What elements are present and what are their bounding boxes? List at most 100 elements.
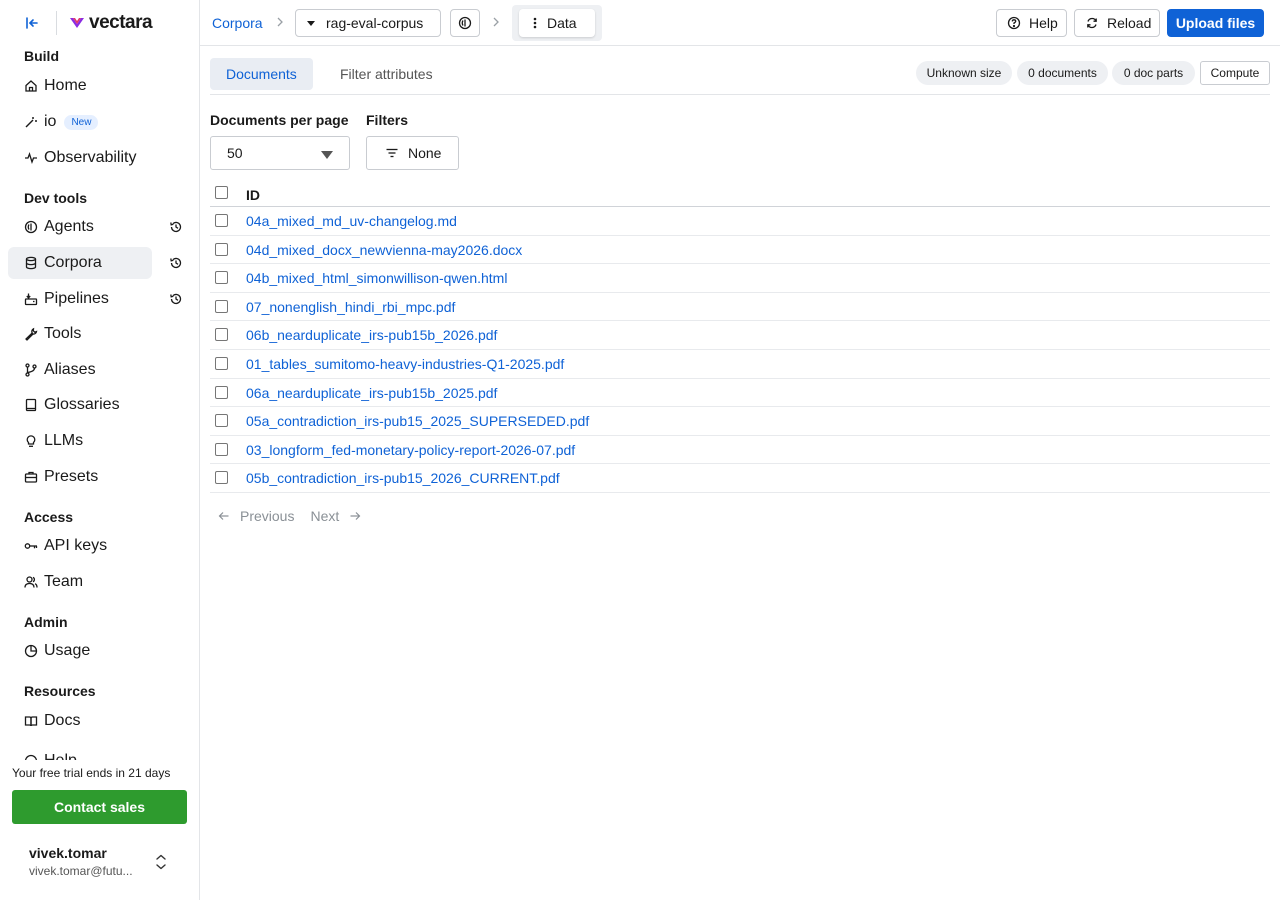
data-view-button[interactable]: Data: [519, 9, 595, 37]
vectara-logo[interactable]: vectara: [69, 12, 153, 34]
previous-page-button[interactable]: Previous: [240, 508, 294, 524]
row-checkbox[interactable]: [215, 356, 228, 370]
document-id-link[interactable]: 05b_contradiction_irs-pub15_2026_CURRENT…: [246, 470, 560, 486]
row-checkbox[interactable]: [215, 442, 228, 456]
row-checkbox[interactable]: [215, 414, 228, 428]
document-id-link[interactable]: 06b_nearduplicate_irs-pub15b_2026.pdf: [246, 327, 497, 343]
sidebar-item-label: Team: [44, 573, 84, 590]
breadcrumb-corpora-link[interactable]: Corpora: [212, 15, 263, 31]
select-all-checkbox[interactable]: [215, 186, 228, 199]
help-circle-icon: [24, 754, 38, 760]
table-row: 04d_mixed_docx_newvienna-may2026.docx: [210, 236, 1270, 265]
reload-label: Reload: [1107, 15, 1152, 31]
help-label: Help: [1029, 15, 1058, 31]
lightbulb-icon: [26, 435, 36, 447]
document-id-link[interactable]: 03_longform_fed-monetary-policy-report-2…: [246, 442, 575, 458]
id-column-header: ID: [246, 187, 260, 203]
sidebar-item-home[interactable]: Home: [8, 70, 152, 102]
per-page-select[interactable]: 50: [210, 136, 350, 170]
row-checkbox[interactable]: [215, 299, 228, 313]
sidebar-item-corpora[interactable]: Corpora: [8, 247, 152, 279]
sidebar-item-label: Aliases: [44, 361, 96, 378]
more-vertical-icon: [533, 17, 537, 29]
row-checkbox[interactable]: [215, 242, 228, 256]
sidebar-item-presets[interactable]: Presets: [8, 461, 152, 493]
contact-sales-button[interactable]: Contact sales: [12, 790, 187, 824]
home-icon: [25, 80, 37, 92]
upload-files-button[interactable]: Upload files: [1167, 9, 1264, 37]
corpus-name: rag-eval-corpus: [326, 15, 424, 31]
reload-icon: [1087, 17, 1097, 29]
document-id-link[interactable]: 04b_mixed_html_simonwillison-qwen.html: [246, 270, 507, 286]
document-id-link[interactable]: 07_nonenglish_hindi_rbi_mpc.pdf: [246, 299, 455, 315]
sidebar-item-aliases[interactable]: Aliases: [8, 354, 152, 386]
sidebar-item-pipelines[interactable]: Pipelines: [8, 283, 152, 315]
history-icon[interactable]: [169, 256, 183, 270]
history-icon[interactable]: [169, 292, 183, 306]
sidebar-item-label: Corpora: [44, 254, 102, 271]
document-count-badge: 0 documents: [1017, 61, 1108, 85]
pie-chart-icon: [24, 644, 38, 658]
filters-button[interactable]: None: [366, 136, 459, 170]
sidebar-divider: [56, 11, 57, 35]
sidebar-item-label: Home: [44, 77, 87, 94]
history-icon[interactable]: [169, 220, 183, 234]
document-id-link[interactable]: 04a_mixed_md_uv-changelog.md: [246, 213, 457, 229]
info-icon: [458, 16, 472, 30]
sidebar-item-glossaries[interactable]: Glossaries: [8, 389, 152, 421]
row-checkbox[interactable]: [215, 328, 228, 342]
sidebar-item-label: Pipelines: [44, 290, 109, 307]
open-book-icon: [24, 716, 38, 727]
table-row: 05b_contradiction_irs-pub15_2026_CURRENT…: [210, 464, 1270, 493]
database-icon: [25, 256, 37, 270]
row-checkbox[interactable]: [215, 271, 228, 285]
document-id-link[interactable]: 01_tables_sumitomo-heavy-industries-Q1-2…: [246, 356, 564, 372]
chevron-up-down-icon[interactable]: [154, 853, 168, 871]
git-branch-icon: [25, 363, 37, 377]
table-row: 07_nonenglish_hindi_rbi_mpc.pdf: [210, 293, 1270, 322]
document-id-link[interactable]: 05a_contradiction_irs-pub15_2025_SUPERSE…: [246, 413, 589, 429]
sidebar-item-observability[interactable]: Observability: [8, 142, 152, 174]
corpus-info-button[interactable]: [450, 9, 480, 37]
sidebar-item-tools[interactable]: Tools: [8, 318, 152, 350]
section-dev-tools: Dev tools: [24, 190, 88, 206]
help-button[interactable]: Help: [996, 9, 1067, 37]
sidebar-item-label: Tools: [44, 325, 82, 342]
pagination: Previous Next: [218, 508, 361, 524]
sidebar-item-label: io: [44, 113, 57, 130]
sidebar-item-api-keys[interactable]: API keys: [8, 530, 152, 562]
users-icon: [24, 576, 38, 588]
sidebar-item-agents[interactable]: Agents: [8, 211, 152, 243]
sidebar-item-llms[interactable]: LLMs: [8, 425, 152, 457]
filter-icon: [386, 148, 398, 158]
collapse-sidebar-icon[interactable]: [22, 13, 42, 33]
table-row: 05a_contradiction_irs-pub15_2025_SUPERSE…: [210, 407, 1270, 436]
sidebar-item-label: Help: [44, 752, 77, 760]
tab-documents[interactable]: Documents: [210, 58, 313, 90]
chevron-right-icon: [277, 17, 283, 27]
table-row: 01_tables_sumitomo-heavy-industries-Q1-2…: [210, 350, 1270, 379]
sidebar-item-label: Glossaries: [44, 396, 120, 413]
reload-button[interactable]: Reload: [1074, 9, 1160, 37]
row-checkbox[interactable]: [215, 385, 228, 399]
corpus-selector-button[interactable]: rag-eval-corpus: [295, 9, 441, 37]
document-id-link[interactable]: 06a_nearduplicate_irs-pub15b_2025.pdf: [246, 385, 497, 401]
row-checkbox[interactable]: [215, 214, 228, 227]
sidebar-item-io[interactable]: io New: [8, 106, 152, 138]
user-name: vivek.tomar: [29, 845, 107, 861]
sidebar-item-usage[interactable]: Usage: [8, 635, 152, 667]
row-checkbox[interactable]: [215, 471, 228, 485]
tab-filter-attributes[interactable]: Filter attributes: [324, 58, 449, 90]
sidebar-item-help[interactable]: Help: [8, 746, 152, 760]
documents-table: ID 04a_mixed_md_uv-changelog.md 04d_mixe…: [210, 180, 1270, 493]
document-id-link[interactable]: 04d_mixed_docx_newvienna-may2026.docx: [246, 242, 522, 258]
vectara-logo-icon: [70, 18, 84, 28]
next-page-button[interactable]: Next: [310, 508, 339, 524]
document-tabs: Documents Filter attributes Unknown size…: [210, 58, 1270, 95]
sidebar-item-label: API keys: [44, 537, 108, 554]
sidebar-item-docs[interactable]: Docs: [8, 705, 152, 737]
sidebar-item-team[interactable]: Team: [8, 566, 152, 598]
sidebar: vectara Build Home io New Observability …: [0, 0, 200, 900]
compute-button[interactable]: Compute: [1200, 61, 1270, 85]
table-header-row: ID: [210, 180, 1270, 207]
